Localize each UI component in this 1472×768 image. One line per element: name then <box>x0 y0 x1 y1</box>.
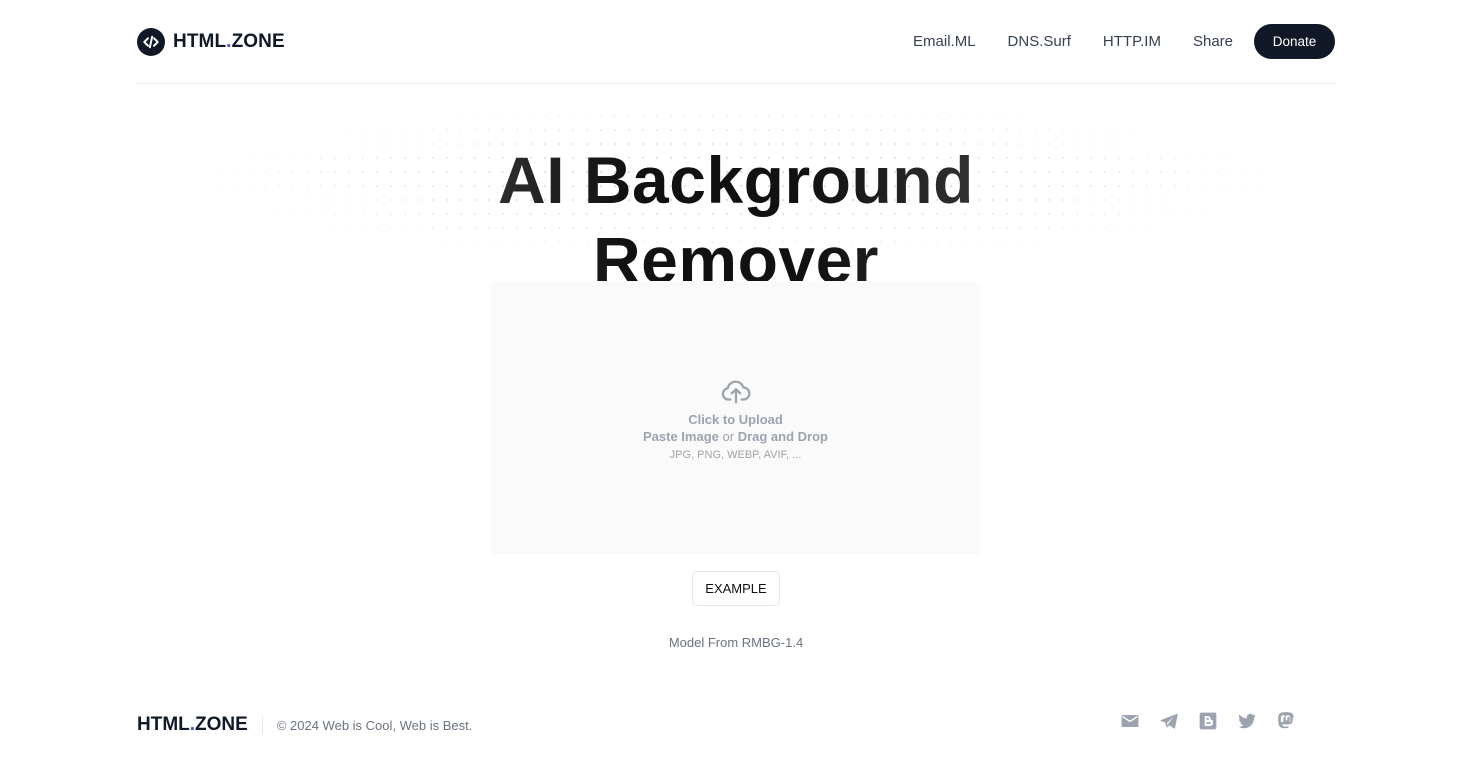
code-icon <box>137 27 165 56</box>
social-links <box>1120 711 1335 731</box>
supported-formats: JPG, PNG, WEBP, AVIF, ... <box>669 448 802 461</box>
footer-divider <box>261 716 263 734</box>
social-link-mastodon[interactable] <box>1276 711 1296 731</box>
model-credit: Model From RMBG-1.4 <box>668 635 804 650</box>
social-link-twitter[interactable] <box>1237 711 1257 731</box>
github-icon <box>1315 711 1335 731</box>
paste-image-label: Paste Image <box>643 428 719 444</box>
social-link-telegram[interactable] <box>1159 711 1179 731</box>
nav-link-dns-surf[interactable]: DNS.Surf <box>1008 33 1071 50</box>
top-nav: Email.ML DNS.Surf HTTP.IM Share Donate <box>913 24 1335 59</box>
nav-link-http-im[interactable]: HTTP.IM <box>1103 33 1161 50</box>
mail-icon <box>1121 715 1139 727</box>
nav-link-email-ml[interactable]: Email.ML <box>913 33 976 50</box>
click-to-upload-label: Click to Upload <box>688 411 783 427</box>
blogger-icon <box>1199 712 1217 730</box>
cloud-upload-icon <box>721 379 751 403</box>
or-label: or <box>722 428 735 444</box>
telegram-icon <box>1160 713 1178 729</box>
social-link-email[interactable] <box>1120 711 1140 731</box>
title-container: AI Background Remover <box>368 140 1104 300</box>
page-title: AI Background Remover <box>368 140 1104 300</box>
site-header: HTML.ZONE Email.ML DNS.Surf HTTP.IM Shar… <box>137 0 1335 84</box>
nav-link-share[interactable]: Share <box>1193 33 1233 50</box>
drag-and-drop-label: Drag and Drop <box>737 428 828 444</box>
paste-or-drag-label: Paste Image or Drag and Drop <box>643 428 828 446</box>
brand-link[interactable]: HTML.ZONE <box>137 27 285 56</box>
example-button[interactable]: EXAMPLE <box>692 571 780 606</box>
mastodon-icon <box>1278 712 1294 729</box>
site-footer: HTML.ZONE © 2024 Web is Cool, Web is Bes… <box>137 705 1335 745</box>
donate-button[interactable]: Donate <box>1254 24 1335 59</box>
social-link-blogger[interactable] <box>1198 711 1218 731</box>
copyright-text: © 2024 Web is Cool, Web is Best. <box>276 717 473 733</box>
brand-name: HTML.ZONE <box>173 30 285 52</box>
twitter-icon <box>1238 713 1256 729</box>
social-link-github[interactable] <box>1315 711 1335 731</box>
footer-brand[interactable]: HTML.ZONE <box>137 714 248 736</box>
upload-dropzone[interactable]: Click to Upload Paste Image or Drag and … <box>491 281 980 555</box>
